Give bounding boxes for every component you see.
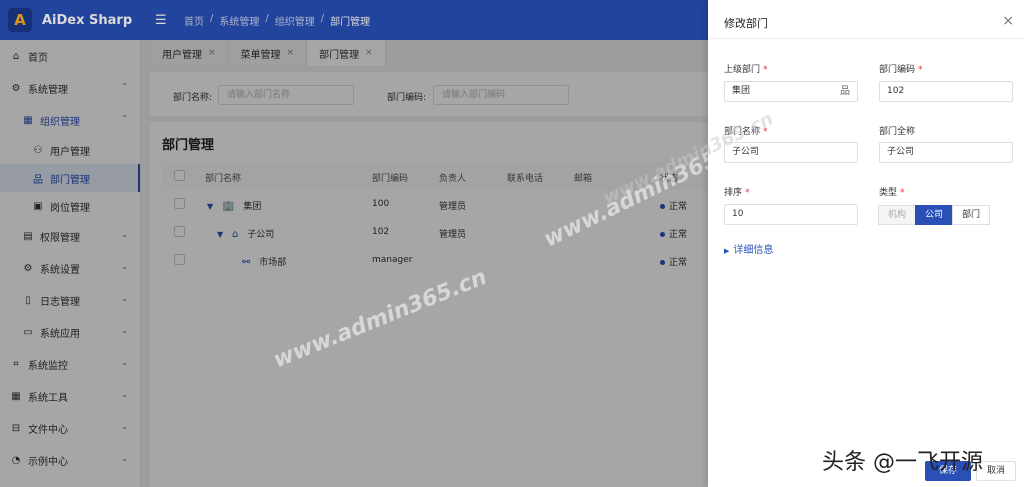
edit-dept-drawer: 修改部门 × 上级部门 * 集团 品 部门编码 * 102 部门名称 * 子公司 部门… [708, 0, 1024, 487]
type-radio-group: 机构 公司 部门 [878, 205, 990, 225]
type-option-dept[interactable]: 部门 [952, 205, 990, 225]
required-mark: * [763, 65, 768, 75]
more-info-toggle[interactable]: ▶ 详细信息 [724, 241, 773, 256]
dept-code-label: 部门编码 * [879, 62, 923, 75]
label-text: 上级部门 [724, 65, 761, 75]
divider [708, 38, 1024, 39]
parent-dept-select[interactable]: 集团 品 [724, 81, 858, 102]
required-mark: * [745, 188, 750, 198]
label-text: 排序 [724, 188, 743, 198]
required-mark: * [900, 188, 905, 198]
dept-name-field[interactable]: 子公司 [724, 142, 858, 163]
corner-watermark: 头条 @一飞开源 [822, 450, 983, 475]
drawer-title: 修改部门 [724, 17, 768, 30]
dept-fullname-label: 部门全称 [879, 127, 916, 137]
header-mask [0, 0, 708, 40]
dept-code-field[interactable]: 102 [879, 81, 1013, 102]
parent-dept-label: 上级部门 * [724, 62, 768, 75]
label-text: 类型 [879, 188, 898, 198]
field-value: 集团 [732, 86, 751, 96]
sort-label: 排序 * [724, 185, 750, 198]
label-text: 部门编码 [879, 65, 916, 75]
sort-field[interactable]: 10 [724, 204, 858, 225]
type-label: 类型 * [879, 185, 905, 198]
caret-right-icon: ▶ [724, 247, 730, 255]
required-mark: * [918, 65, 923, 75]
close-icon[interactable]: × [1002, 13, 1014, 29]
tree-select-icon[interactable]: 品 [840, 82, 850, 101]
drawer-mask[interactable] [0, 40, 708, 487]
type-option-company[interactable]: 公司 [915, 205, 953, 225]
dept-fullname-field[interactable]: 子公司 [879, 142, 1013, 163]
more-info-label: 详细信息 [733, 245, 774, 256]
type-option-org[interactable]: 机构 [878, 205, 916, 225]
